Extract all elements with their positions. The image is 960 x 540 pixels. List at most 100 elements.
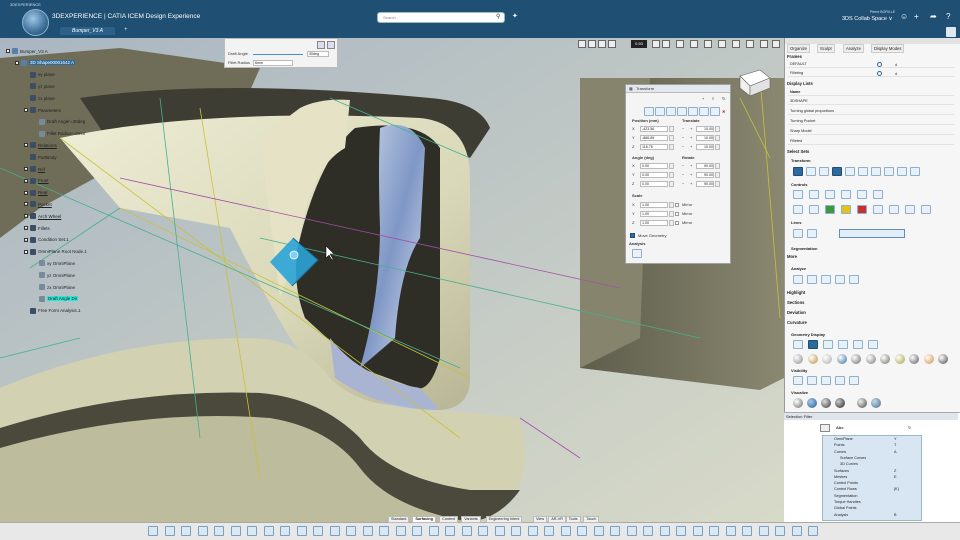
trim-icon[interactable] — [478, 526, 488, 536]
tree-node[interactable]: - Bumper_V3 A — [6, 47, 48, 55]
view-section-icon[interactable] — [608, 40, 616, 48]
shading-mode-4-icon[interactable] — [836, 354, 847, 364]
ctrl-curve-1-icon[interactable] — [825, 190, 835, 199]
compass-icon[interactable] — [659, 526, 670, 536]
expand-toggle-icon[interactable]: - — [24, 249, 28, 254]
ref-a-icon[interactable] — [280, 526, 290, 536]
render-icon[interactable] — [692, 526, 703, 536]
display-list-row[interactable]: Filleted — [788, 138, 954, 145]
ctrl-point-1-icon[interactable] — [793, 205, 803, 214]
step-spinner[interactable] — [715, 181, 720, 187]
analyze-tool-5-icon[interactable] — [849, 275, 859, 284]
curvature-header[interactable]: Curvature — [787, 320, 807, 325]
decrement-button[interactable]: − — [682, 172, 684, 177]
shading-mode-9-icon[interactable] — [909, 354, 919, 364]
ctrl-curve-7-icon[interactable] — [905, 205, 915, 214]
blend-icon[interactable] — [445, 526, 455, 536]
help-icon[interactable]: ? — [946, 12, 950, 21]
decrement-button[interactable]: − — [682, 163, 684, 168]
visibility-tool-2-icon[interactable] — [807, 376, 817, 385]
visibility-tool-5-icon[interactable] — [849, 376, 859, 385]
selection-mode-toggle[interactable]: Abc — [836, 425, 844, 430]
increment-button[interactable]: + — [690, 144, 692, 149]
frame-row-default[interactable]: DEFAULT — [788, 61, 954, 68]
visibility-tool-3-icon[interactable] — [821, 376, 831, 385]
position-value-field[interactable]: -866.89 — [640, 135, 668, 141]
ctrl-curve-4-icon[interactable] — [873, 190, 883, 199]
more-header[interactable]: More — [787, 254, 797, 259]
filter-item[interactable]: Curves — [834, 450, 846, 454]
frames-header[interactable]: Frames — [787, 54, 802, 59]
undo-icon[interactable] — [197, 526, 208, 536]
draft-angle-field[interactable]: 30deg — [307, 51, 329, 57]
analyze-tool-2-icon[interactable] — [807, 275, 817, 284]
undo2-icon[interactable] — [329, 526, 340, 536]
expand-toggle-icon[interactable]: - — [15, 60, 19, 65]
step-spinner[interactable] — [715, 144, 720, 150]
mirror-checkbox[interactable] — [675, 221, 679, 225]
tab-sculpt[interactable]: Sculpt — [817, 44, 835, 53]
geo-disp-3-icon[interactable] — [823, 340, 833, 349]
geo-disp-2-icon[interactable] — [808, 340, 818, 349]
workbench-tab[interactable]: AR-VR — [548, 516, 567, 523]
scale-value-field[interactable]: 1.00 — [640, 202, 668, 208]
ref-b-icon[interactable] — [296, 526, 307, 536]
highlight-header[interactable]: Highlight — [787, 290, 805, 295]
shading-mode-1-icon[interactable] — [793, 354, 803, 364]
value-spinner[interactable] — [669, 144, 674, 150]
decrement-button[interactable]: − — [682, 135, 684, 140]
ctrl-curve-3-icon[interactable] — [857, 190, 867, 199]
tree-node[interactable]: + Ref — [24, 165, 45, 173]
view-capture-icon[interactable] — [760, 40, 768, 48]
shading-mode-11-icon[interactable] — [938, 354, 948, 364]
lines-tool-2-icon[interactable] — [807, 229, 817, 238]
position-value-field[interactable]: -423.56 — [640, 126, 668, 132]
visualize-sphere-5-icon[interactable] — [857, 398, 867, 408]
rotate-step-field[interactable]: 90.00 — [696, 163, 714, 169]
translate-free-icon[interactable] — [858, 167, 868, 176]
display-list-row[interactable]: Turning Pocket — [788, 118, 954, 125]
decrement-button[interactable]: − — [682, 144, 684, 149]
close-icon[interactable]: ✖ — [722, 109, 725, 114]
analyze-tool-4-icon[interactable] — [835, 275, 845, 284]
increment-button[interactable]: + — [690, 163, 692, 168]
view-hide-icon[interactable] — [598, 40, 606, 48]
tree-node[interactable]: + Front — [24, 177, 49, 185]
tree-node[interactable]: + Rear — [24, 189, 48, 197]
deviation-header[interactable]: Deviation — [787, 310, 806, 315]
ctrl-curve-2-icon[interactable] — [841, 190, 851, 199]
analyze-tool-3-icon[interactable] — [821, 275, 831, 284]
view-fit-icon[interactable] — [578, 40, 586, 48]
ctrl-red-icon[interactable] — [857, 205, 867, 214]
view-more-icon[interactable] — [772, 40, 780, 48]
filter-item[interactable]: Surface Curves — [840, 456, 866, 460]
redo-icon[interactable] — [214, 526, 224, 536]
loft-icon[interactable] — [560, 526, 571, 536]
expand-toggle-icon[interactable]: - — [24, 108, 28, 112]
shading-mode-10-icon[interactable] — [923, 354, 934, 364]
fill-icon[interactable] — [593, 526, 604, 536]
expand-toggle-icon[interactable]: + — [24, 214, 28, 219]
visualize-sphere-1-icon[interactable] — [793, 398, 803, 408]
ctrl-point-2-icon[interactable] — [809, 205, 819, 214]
snap-icon[interactable] — [247, 526, 257, 536]
surface-icon[interactable] — [544, 526, 554, 536]
tree-node[interactable]: + Fillets — [24, 224, 50, 232]
extras-icon[interactable] — [808, 526, 818, 536]
tab-organize[interactable]: Organize — [787, 44, 810, 53]
extend-icon[interactable] — [494, 526, 505, 536]
translate-yz-icon[interactable] — [845, 167, 855, 176]
tag-icon[interactable]: ✦ — [512, 12, 518, 20]
share-arrow-icon[interactable]: ➦ — [930, 12, 937, 21]
shading-mode-2-icon[interactable] — [807, 354, 818, 364]
new-tab-button[interactable]: + — [124, 27, 128, 33]
filter-mode-icon[interactable] — [820, 424, 830, 432]
translate-step-field[interactable]: 10.00 — [696, 144, 714, 150]
ctrl-curve-5-icon[interactable] — [873, 205, 883, 214]
match-icon[interactable] — [527, 526, 538, 536]
shading-mode-7-icon[interactable] — [880, 354, 890, 364]
copy-icon[interactable] — [164, 526, 175, 536]
view-pan-icon[interactable] — [588, 40, 596, 48]
offset-icon[interactable] — [511, 526, 521, 536]
value-spinner[interactable] — [669, 202, 674, 208]
